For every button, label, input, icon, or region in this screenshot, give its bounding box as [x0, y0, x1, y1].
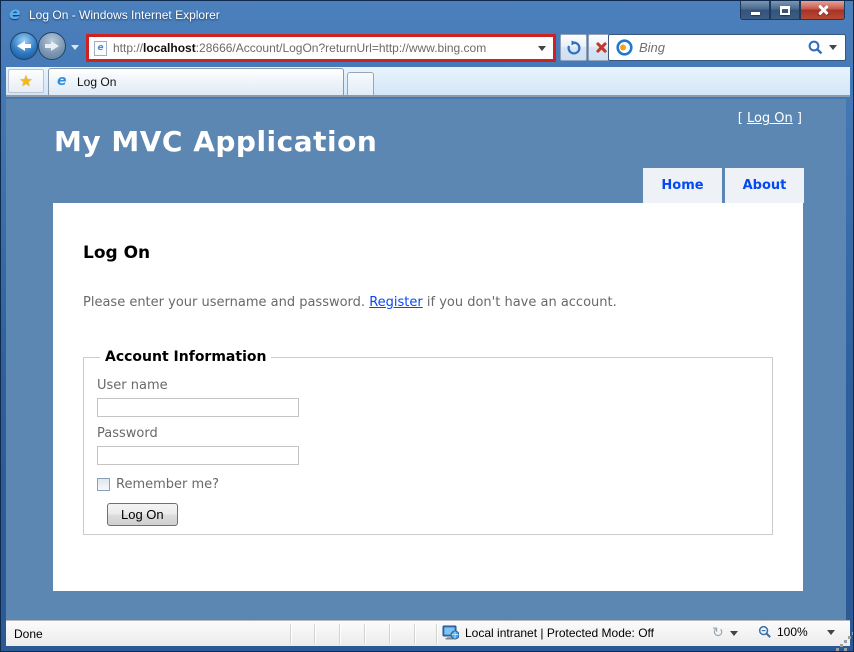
minimize-button[interactable] — [740, 1, 770, 20]
search-options-dropdown[interactable] — [829, 45, 837, 50]
bing-logo-icon — [616, 39, 633, 56]
window-controls — [740, 1, 845, 20]
refresh-icon — [566, 40, 582, 56]
address-input[interactable]: http://localhost:28666/Account/LogOn?ret… — [113, 41, 538, 55]
address-dropdown[interactable] — [538, 46, 546, 51]
page-document-icon: e — [94, 41, 107, 56]
search-input[interactable]: Bing — [639, 40, 808, 55]
back-button[interactable] — [10, 32, 38, 60]
maximize-button[interactable] — [770, 1, 800, 20]
password-field[interactable] — [97, 446, 299, 465]
favorites-star-button[interactable]: ★ — [8, 69, 44, 93]
forward-arrow-icon — [45, 41, 59, 51]
site-nav: Home About — [643, 168, 804, 203]
local-intranet-icon — [442, 625, 459, 640]
url-highlight-annotation: e http://localhost:28666/Account/LogOn?r… — [86, 34, 556, 62]
logon-status-link[interactable]: Log On — [747, 111, 793, 126]
privacy-dropdown-icon — [730, 631, 738, 636]
tab-favicon-icon: e — [57, 75, 71, 89]
tab-title: Log On — [77, 75, 116, 89]
remember-me-checkbox[interactable] — [97, 478, 110, 491]
recent-pages-dropdown[interactable] — [71, 45, 79, 50]
log-on-button[interactable]: Log On — [107, 503, 178, 526]
ghost-refresh-icon: ↻ — [712, 625, 724, 641]
login-status: [ Log On ] — [738, 111, 802, 126]
username-label: User name — [97, 378, 772, 393]
address-toolbar: e http://localhost:28666/Account/LogOn?r… — [1, 29, 853, 67]
fieldset-legend: Account Information — [100, 349, 271, 365]
tab-log-on[interactable]: e Log On — [48, 68, 344, 95]
new-tab-button[interactable] — [347, 72, 374, 95]
intro-text: Please enter your username and password.… — [83, 295, 617, 310]
close-button[interactable] — [800, 1, 845, 20]
search-box[interactable]: Bing — [608, 34, 846, 61]
remember-me-label: Remember me? — [116, 477, 219, 492]
zoom-control[interactable]: 100% — [758, 625, 835, 639]
close-icon — [817, 4, 829, 16]
window-title: Log On - Windows Internet Explorer — [29, 8, 220, 22]
search-magnifier-icon[interactable] — [808, 40, 823, 55]
privacy-report-control[interactable]: ↻ — [712, 625, 738, 641]
page-content: Log On Please enter your username and pa… — [53, 203, 803, 591]
status-bar: Done Local intranet | Protected Mode: Of… — [6, 620, 850, 646]
zoom-magnifier-icon — [758, 625, 772, 639]
zoom-level: 100% — [777, 625, 808, 639]
site-title: My MVC Application — [54, 125, 377, 158]
security-zone: Local intranet | Protected Mode: Off — [442, 625, 654, 640]
zoom-dropdown-icon — [827, 630, 835, 635]
stop-icon — [595, 41, 608, 54]
back-arrow-icon — [17, 41, 31, 51]
refresh-button[interactable] — [560, 34, 587, 61]
username-field[interactable] — [97, 398, 299, 417]
minimize-icon — [751, 12, 760, 15]
maximize-icon — [780, 6, 790, 15]
browser-viewport: My MVC Application [ Log On ] Home About… — [6, 99, 846, 622]
forward-button[interactable] — [38, 32, 66, 60]
register-link[interactable]: Register — [369, 295, 423, 310]
zone-text: Local intranet | Protected Mode: Off — [465, 626, 654, 640]
tab-bar: ★ e Log On — [6, 67, 850, 97]
ie-window: e Log On - Windows Internet Explorer e h… — [0, 0, 854, 652]
status-text: Done — [14, 627, 43, 641]
title-bar: e Log On - Windows Internet Explorer — [1, 1, 853, 29]
resize-grip[interactable] — [844, 640, 847, 643]
star-icon: ★ — [19, 73, 32, 90]
account-information-fieldset: Account Information User name Password R… — [83, 349, 773, 535]
password-label: Password — [97, 426, 772, 441]
nav-about[interactable]: About — [725, 168, 804, 203]
nav-home[interactable]: Home — [643, 168, 722, 203]
ie-logo-icon: e — [9, 6, 25, 22]
remember-me-row: Remember me? — [97, 477, 772, 492]
page-heading: Log On — [83, 243, 150, 263]
